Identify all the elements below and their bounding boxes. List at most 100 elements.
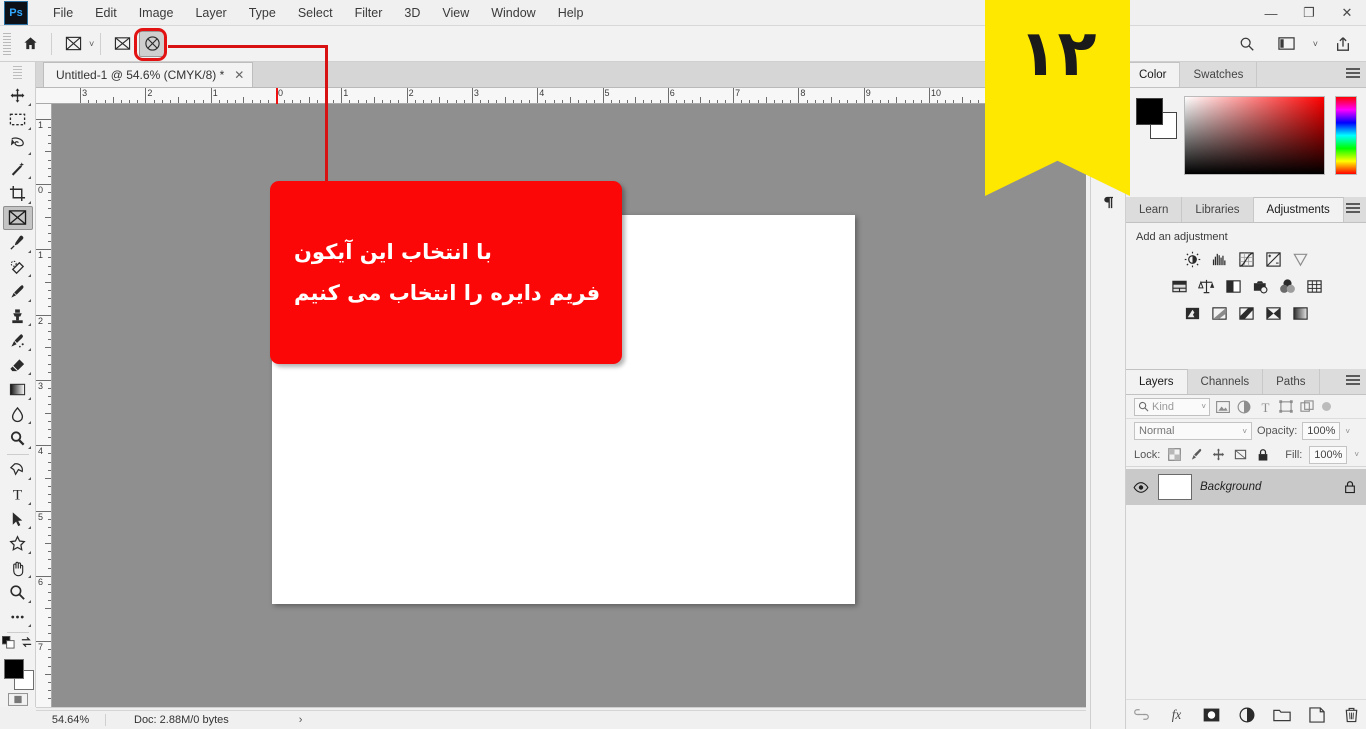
gradient-tool[interactable]: [3, 377, 33, 402]
dodge-tool[interactable]: [3, 426, 33, 451]
adjustments-panel-menu-icon[interactable]: [1346, 203, 1360, 215]
layer-thumbnail[interactable]: [1158, 474, 1192, 500]
zoom-level[interactable]: 54.64%: [36, 714, 106, 726]
filter-shape-icon[interactable]: [1278, 399, 1294, 415]
healing-brush-tool[interactable]: [3, 255, 33, 280]
lock-image-pixels-icon[interactable]: [1189, 447, 1204, 462]
filter-type-icon[interactable]: T: [1257, 399, 1273, 415]
workspace-icon[interactable]: [1274, 31, 1300, 57]
menu-3d[interactable]: 3D: [393, 2, 431, 24]
tab-adjustments[interactable]: Adjustments: [1253, 197, 1344, 222]
tab-layers[interactable]: Layers: [1126, 369, 1188, 394]
foreground-color-swatch[interactable]: [3, 659, 24, 680]
minimize-button[interactable]: —: [1252, 0, 1290, 26]
delete-layer-icon[interactable]: [1343, 706, 1361, 724]
menu-type[interactable]: Type: [238, 2, 287, 24]
selective-color-icon[interactable]: [1292, 304, 1310, 322]
color-field[interactable]: [1184, 96, 1325, 175]
tab-paths[interactable]: Paths: [1263, 369, 1320, 394]
gradient-map-icon[interactable]: [1265, 304, 1283, 322]
tab-learn[interactable]: Learn: [1126, 197, 1183, 222]
menu-window[interactable]: Window: [480, 2, 546, 24]
tab-swatches[interactable]: Swatches: [1180, 62, 1258, 87]
status-expand-icon[interactable]: ›: [299, 714, 303, 726]
vibrance-icon[interactable]: [1292, 250, 1310, 268]
brightness-contrast-icon[interactable]: [1184, 250, 1202, 268]
fill-value[interactable]: 100%: [1309, 445, 1348, 464]
lock-artboard-nesting-icon[interactable]: [1233, 447, 1248, 462]
hand-tool[interactable]: [3, 556, 33, 581]
search-icon[interactable]: [1234, 31, 1260, 57]
link-layers-icon[interactable]: [1133, 706, 1151, 724]
document-tab-close-icon[interactable]: ✕: [234, 68, 244, 82]
layer-name[interactable]: Background: [1200, 481, 1335, 493]
rectangular-frame-icon[interactable]: [109, 31, 135, 57]
frame-tool[interactable]: [2, 205, 33, 231]
document-tab[interactable]: Untitled-1 @ 54.6% (CMYK/8) * ✕: [43, 62, 254, 87]
layer-mask-icon[interactable]: [1203, 706, 1221, 724]
color-swatches[interactable]: [3, 659, 34, 691]
color-lookup-icon[interactable]: [1305, 277, 1323, 295]
lock-transparent-pixels-icon[interactable]: [1167, 447, 1182, 462]
history-brush-tool[interactable]: [3, 328, 33, 353]
menu-image[interactable]: Image: [128, 2, 185, 24]
black-white-icon[interactable]: [1224, 277, 1242, 295]
frame-tool-icon[interactable]: [60, 31, 86, 57]
menu-help[interactable]: Help: [547, 2, 595, 24]
magic-wand-tool[interactable]: [3, 157, 33, 182]
eye-icon[interactable]: [1132, 481, 1150, 493]
type-tool[interactable]: T: [3, 482, 33, 507]
close-button[interactable]: ✕: [1328, 0, 1366, 26]
blur-tool[interactable]: [3, 402, 33, 427]
pen-tool[interactable]: [3, 458, 33, 483]
tool-preset-caret[interactable]: ˅: [89, 39, 94, 49]
new-group-icon[interactable]: [1272, 706, 1291, 724]
swap-colors-icon[interactable]: [20, 636, 33, 652]
home-icon[interactable]: [17, 31, 43, 57]
blend-mode-select[interactable]: Normal ˅: [1134, 422, 1252, 440]
options-bar-grip[interactable]: [3, 32, 11, 55]
menu-file[interactable]: File: [42, 2, 84, 24]
hue-slider[interactable]: [1335, 96, 1357, 175]
exposure-icon[interactable]: [1265, 250, 1283, 268]
layer-kind-filter[interactable]: Kind ˅: [1134, 397, 1210, 416]
marquee-tool[interactable]: [3, 108, 33, 133]
layers-panel-menu-icon[interactable]: [1346, 375, 1360, 387]
opacity-value[interactable]: 100%: [1302, 422, 1341, 440]
new-layer-icon[interactable]: [1308, 706, 1326, 724]
clone-stamp-tool[interactable]: [3, 304, 33, 329]
color-balance-icon[interactable]: [1197, 277, 1215, 295]
posterize-icon[interactable]: [1211, 304, 1229, 322]
share-icon[interactable]: [1330, 31, 1356, 57]
tab-libraries[interactable]: Libraries: [1182, 197, 1254, 222]
opacity-caret[interactable]: ˅: [1345, 427, 1350, 436]
menu-select[interactable]: Select: [287, 2, 344, 24]
lasso-tool[interactable]: [3, 132, 33, 157]
crop-tool[interactable]: [3, 181, 33, 206]
filter-adjustment-icon[interactable]: [1236, 399, 1252, 415]
default-colors-icon[interactable]: [2, 636, 15, 652]
layer-filter-toggle[interactable]: [1322, 402, 1331, 411]
filter-smart-object-icon[interactable]: [1299, 399, 1315, 415]
brush-tool[interactable]: [3, 279, 33, 304]
move-tool[interactable]: [3, 83, 33, 108]
path-selection-tool[interactable]: [3, 507, 33, 532]
menu-view[interactable]: View: [431, 2, 480, 24]
new-fill-adjustment-icon[interactable]: [1238, 706, 1256, 724]
eyedropper-tool[interactable]: [3, 230, 33, 255]
threshold-icon[interactable]: [1238, 304, 1256, 322]
lock-position-icon[interactable]: [1211, 447, 1226, 462]
hue-saturation-icon[interactable]: [1170, 277, 1188, 295]
channel-mixer-icon[interactable]: [1278, 277, 1296, 295]
lock-all-icon[interactable]: [1255, 447, 1270, 462]
workspace-caret[interactable]: ˅: [1313, 39, 1318, 49]
lock-icon[interactable]: [1343, 480, 1357, 494]
color-panel-swatches[interactable]: [1136, 98, 1180, 139]
vertical-ruler[interactable]: 1 0 1 2 3 4 5 6 7: [36, 104, 52, 707]
fill-caret[interactable]: ˅: [1354, 450, 1359, 459]
table-row[interactable]: Background: [1126, 469, 1366, 505]
menu-filter[interactable]: Filter: [344, 2, 394, 24]
menu-edit[interactable]: Edit: [84, 2, 128, 24]
photo-filter-icon[interactable]: [1251, 277, 1269, 295]
filter-pixel-icon[interactable]: [1215, 399, 1231, 415]
